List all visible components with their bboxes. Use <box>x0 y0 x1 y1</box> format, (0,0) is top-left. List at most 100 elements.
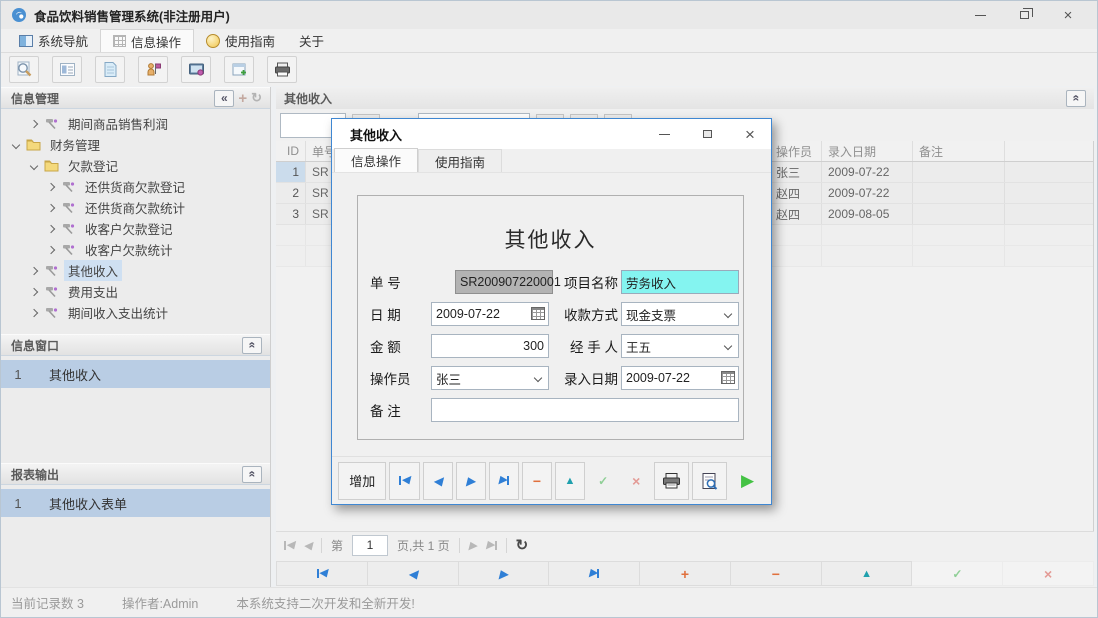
col-header-id[interactable]: ID <box>276 141 306 161</box>
tree-item-period-profit[interactable]: 期间商品销售利润 <box>1 113 270 134</box>
handler-select[interactable]: 王五 <box>621 334 739 358</box>
minimize-icon[interactable] <box>973 9 987 21</box>
page-number-input[interactable]: 1 <box>352 535 388 556</box>
tab-info-ops[interactable]: 信息操作 <box>334 148 418 172</box>
prev-record-button[interactable]: ◀ <box>423 462 453 500</box>
run-report-button[interactable]: ▶ <box>730 462 765 500</box>
remark-field[interactable] <box>431 398 739 422</box>
entry-date-field[interactable]: 2009-07-22 <box>621 366 739 390</box>
tree-item-repay-supplier-stats[interactable]: 还供货商欠款统计 <box>1 197 270 218</box>
handler-label: 经 手 人 <box>570 336 618 356</box>
divider <box>321 538 322 553</box>
menu-item-info-ops[interactable]: 信息操作 <box>100 29 194 52</box>
menu-item-about[interactable]: 关于 <box>287 29 336 52</box>
collapse-up-icon[interactable]: « <box>1066 90 1086 107</box>
last-record-button[interactable]: ▶ <box>549 561 640 586</box>
tree-item-repay-supplier-register[interactable]: 还供货商欠款登记 <box>1 176 270 197</box>
document-button[interactable] <box>95 56 125 83</box>
tree-item-period-income-expense[interactable]: 期间收入支出统计 <box>1 302 270 323</box>
refresh-icon[interactable]: ↻ <box>516 536 529 554</box>
last-page-icon[interactable]: ▶ <box>486 540 496 551</box>
col-header-operator[interactable]: 操作员 <box>770 141 822 161</box>
add-record-button[interactable]: + <box>640 561 731 586</box>
cancel-button[interactable]: × <box>1003 561 1094 586</box>
next-record-button[interactable]: ▶ <box>459 561 550 586</box>
chevron-right-icon <box>47 245 55 253</box>
cell-filler <box>1005 162 1093 182</box>
project-field[interactable]: 劳务收入 <box>621 270 739 294</box>
first-page-icon[interactable]: ◀ <box>284 540 294 551</box>
report-list-item-other-income-form[interactable]: 1 其他收入表单 <box>1 489 270 517</box>
minimize-icon[interactable] <box>657 128 671 140</box>
sidebar: 信息管理 « + ↻ 期间商品销售利润 财务管理 欠款登记 <box>1 87 271 587</box>
tab-guide[interactable]: 使用指南 <box>418 149 502 172</box>
collapse-up-icon[interactable]: « <box>242 466 262 483</box>
user-report-button[interactable] <box>138 56 168 83</box>
operator-select[interactable]: 张三 <box>431 366 549 390</box>
prev-page-icon[interactable]: ◀ <box>303 539 311 552</box>
close-icon[interactable]: × <box>743 128 757 140</box>
reports-panel-header: 报表输出 « <box>1 463 270 485</box>
refresh-icon[interactable]: ↻ <box>251 90 262 106</box>
tree-item-collect-customer-register[interactable]: 收客户欠款登记 <box>1 218 270 239</box>
menu-label: 使用指南 <box>225 31 275 50</box>
tree-item-collect-customer-stats[interactable]: 收客户欠款统计 <box>1 239 270 260</box>
cell-entry-date: 2009-07-22 <box>822 183 913 203</box>
col-header-entry-date[interactable]: 录入日期 <box>822 141 913 161</box>
first-record-button[interactable]: ◀ <box>276 561 368 586</box>
cancel-button[interactable]: × <box>621 462 651 500</box>
last-record-button[interactable]: ▶ <box>489 462 519 500</box>
new-window-button[interactable] <box>224 56 254 83</box>
list-item-index: 1 <box>1 496 35 511</box>
col-header-remark[interactable]: 备注 <box>913 141 1005 161</box>
menu-item-guide[interactable]: 使用指南 <box>194 29 287 52</box>
maximize-icon[interactable] <box>700 128 714 140</box>
calendar-icon[interactable] <box>531 307 545 320</box>
tree-item-debt-register[interactable]: 欠款登记 <box>1 155 270 176</box>
pay-method-select[interactable]: 现金支票 <box>621 302 739 326</box>
tool-icon <box>61 243 76 256</box>
tree-label: 费用支出 <box>64 281 122 302</box>
print-preview-button[interactable] <box>692 462 727 500</box>
collapse-up-icon[interactable]: « <box>242 337 262 354</box>
add-button[interactable]: 增加 <box>338 462 386 500</box>
monitor-button[interactable] <box>181 56 211 83</box>
tree-item-finance[interactable]: 财务管理 <box>1 134 270 155</box>
tree-item-expense[interactable]: 费用支出 <box>1 281 270 302</box>
restore-icon[interactable] <box>1017 9 1031 21</box>
tree-label: 还供货商欠款统计 <box>81 197 189 218</box>
confirm-button[interactable]: ✓ <box>912 561 1003 586</box>
edit-record-button[interactable]: ▲ <box>555 462 585 500</box>
edit-record-button[interactable]: ▲ <box>822 561 913 586</box>
page-prefix-label: 第 <box>331 537 343 554</box>
form-heading: 其他收入 <box>358 224 743 254</box>
add-icon[interactable]: + <box>238 90 247 107</box>
delete-record-button[interactable]: − <box>731 561 822 586</box>
prev-record-button[interactable]: ◀ <box>368 561 459 586</box>
printer-icon <box>274 61 291 78</box>
menu-item-system-nav[interactable]: 系统导航 <box>7 29 100 52</box>
next-record-button[interactable]: ▶ <box>456 462 486 500</box>
reports-panel-title: 报表输出 <box>11 466 59 483</box>
calendar-icon[interactable] <box>721 371 735 384</box>
printer-button[interactable] <box>267 56 297 83</box>
confirm-button[interactable]: ✓ <box>588 462 618 500</box>
close-icon[interactable]: × <box>1061 9 1075 21</box>
first-record-button[interactable]: ◀ <box>389 462 419 500</box>
windows-panel-header: 信息窗口 « <box>1 334 270 356</box>
next-page-icon[interactable]: ▶ <box>469 539 477 552</box>
tree-item-other-income[interactable]: 其他收入 <box>1 260 270 281</box>
amount-field[interactable]: 300 <box>431 334 549 358</box>
document-icon <box>102 61 119 78</box>
date-field[interactable]: 2009-07-22 <box>431 302 549 326</box>
cell-remark <box>913 204 1005 224</box>
status-message: 本系统支持二次开发和全新开发! <box>236 593 414 612</box>
tree-label: 欠款登记 <box>64 155 122 176</box>
collapse-panel-icon[interactable]: « <box>214 90 234 107</box>
print-button[interactable] <box>654 462 689 500</box>
delete-record-button[interactable]: − <box>522 462 552 500</box>
folder-icon <box>44 159 59 172</box>
window-list-item-other-income[interactable]: 1 其他收入 <box>1 360 270 388</box>
search-button[interactable] <box>9 56 39 83</box>
info-list-button[interactable] <box>52 56 82 83</box>
